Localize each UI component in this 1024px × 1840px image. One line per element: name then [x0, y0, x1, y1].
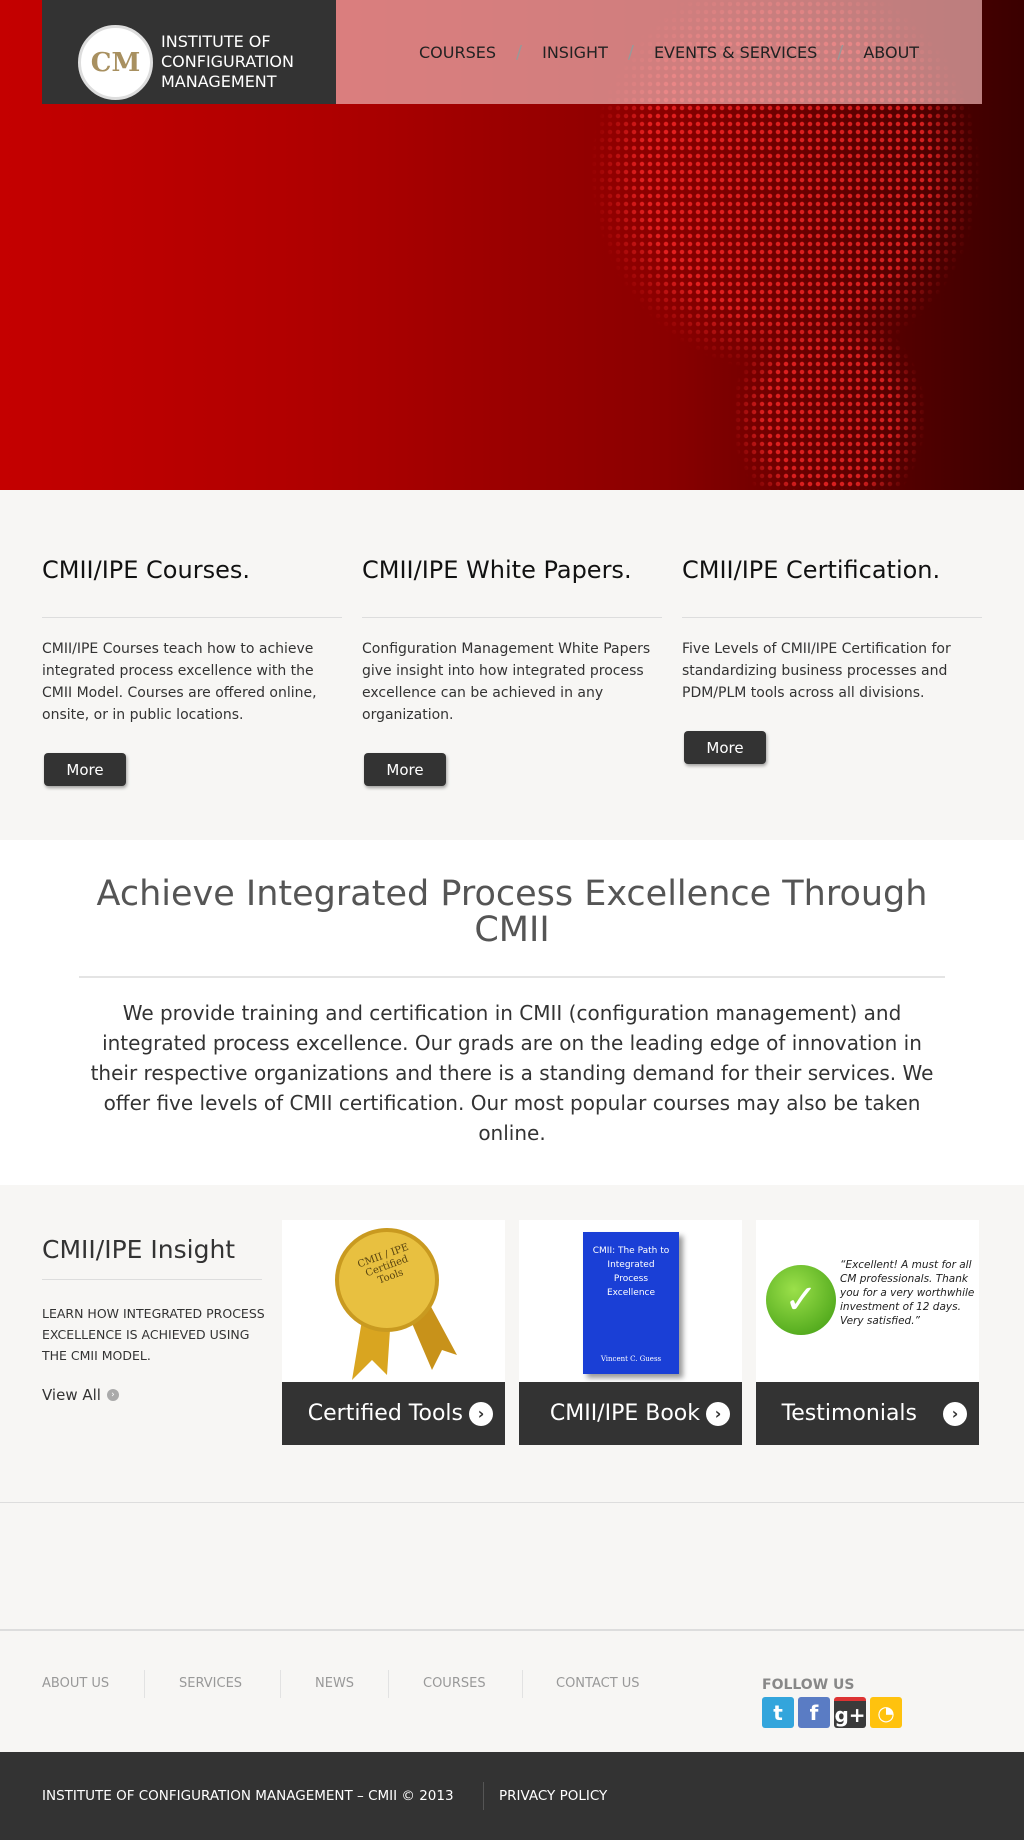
- feature-text: Five Levels of CMII/IPE Certification fo…: [682, 641, 951, 701]
- follow-us-label: FOLLOW US: [762, 1677, 855, 1693]
- divider: [362, 617, 662, 618]
- logo-text: INSTITUTE OF CONFIGURATION MANAGEMENT: [161, 32, 294, 92]
- book-title: CMII: The Path to Integrated Process Exc…: [592, 1246, 670, 1298]
- feature-text: Configuration Management White Papers gi…: [362, 641, 651, 723]
- logo-line: CONFIGURATION: [161, 52, 294, 71]
- chevron-right-icon: ›: [106, 1389, 119, 1401]
- book-cover-image: CMII: The Path to Integrated Process Exc…: [519, 1220, 742, 1382]
- divider: [0, 1502, 1024, 1503]
- main-nav: COURSES / INSIGHT / EVENTS & SERVICES / ABO…: [336, 0, 982, 104]
- privacy-policy-link[interactable]: PRIVACY POLICY: [499, 1788, 607, 1804]
- feature-title: CMII/IPE White Papers.: [362, 556, 632, 584]
- footer-separator: [483, 1782, 484, 1810]
- logo-line: MANAGEMENT: [161, 72, 277, 91]
- google-plus-icon[interactable]: g+: [834, 1697, 866, 1728]
- divider: [42, 1279, 262, 1280]
- card-bar: Testimonials ›: [756, 1382, 979, 1445]
- nav-about[interactable]: ABOUT: [863, 43, 919, 62]
- card-book[interactable]: CMII: The Path to Integrated Process Exc…: [519, 1220, 742, 1445]
- nav-separator: /: [837, 41, 844, 63]
- feature-title: CMII/IPE Certification.: [682, 556, 941, 584]
- testimonial-image: ✓ “Excellent! A must for all CM professi…: [756, 1220, 979, 1382]
- chevron-right-icon: ›: [706, 1401, 730, 1426]
- card-label: CMII/IPE Book: [549, 1401, 700, 1426]
- feature-title: CMII/IPE Courses.: [42, 556, 250, 584]
- more-button[interactable]: More: [44, 753, 126, 786]
- more-button[interactable]: More: [684, 731, 766, 764]
- twitter-icon[interactable]: t: [762, 1697, 794, 1728]
- card-testimonials[interactable]: ✓ “Excellent! A must for all CM professi…: [756, 1220, 979, 1445]
- footer-link-contact-us[interactable]: CONTACT US: [556, 1676, 640, 1691]
- rss-icon[interactable]: ◔: [870, 1697, 902, 1728]
- certified-tools-image: CMII / IPE Certified Tools: [282, 1220, 505, 1382]
- facebook-icon[interactable]: f: [798, 1697, 830, 1728]
- testimonial-quote: “Excellent! A must for all CM profession…: [840, 1259, 975, 1327]
- divider: [0, 1629, 1024, 1631]
- view-all-label: View All: [42, 1386, 101, 1404]
- divider: [42, 617, 342, 618]
- card-bar: Certified Tools ›: [282, 1382, 505, 1445]
- nav-courses[interactable]: COURSES: [419, 43, 496, 62]
- chevron-right-icon: ›: [469, 1401, 493, 1426]
- view-all-link[interactable]: View All ›: [42, 1386, 119, 1404]
- footer-separator: [144, 1670, 145, 1698]
- footer-separator: [280, 1670, 281, 1698]
- footer-link-services[interactable]: SERVICES: [179, 1676, 242, 1691]
- card-certified-tools[interactable]: CMII / IPE Certified Tools Certified Too…: [282, 1220, 505, 1445]
- features-section: CMII/IPE Courses. CMII/IPE Courses teach…: [0, 490, 1024, 840]
- card-label: Certified Tools: [307, 1401, 463, 1426]
- logo-line: INSTITUTE OF: [161, 32, 271, 51]
- footer-link-courses[interactable]: COURSES: [423, 1676, 486, 1691]
- nav-events-services[interactable]: EVENTS & SERVICES: [654, 43, 817, 62]
- footer-link-news[interactable]: NEWS: [315, 1676, 354, 1691]
- nav-insight[interactable]: INSIGHT: [542, 43, 608, 62]
- copyright: INSTITUTE OF CONFIGURATION MANAGEMENT – …: [42, 1788, 454, 1804]
- book-author: Vincent C. Guess: [600, 1355, 662, 1363]
- logo-seal-icon: CM: [78, 25, 153, 100]
- logo-mark: CM: [90, 47, 141, 78]
- footer-separator: [388, 1670, 389, 1698]
- nav-separator: /: [627, 41, 634, 63]
- nav-separator: /: [516, 41, 523, 63]
- more-button[interactable]: More: [364, 753, 446, 786]
- intro-text: We provide training and certification in…: [90, 1001, 934, 1145]
- intro-heading: Achieve Integrated Process Excellence Th…: [96, 874, 928, 950]
- card-bar: CMII/IPE Book ›: [519, 1382, 742, 1445]
- insight-title: CMII/IPE Insight: [42, 1235, 236, 1264]
- footer-separator: [522, 1670, 523, 1698]
- chevron-right-icon: ›: [943, 1401, 967, 1426]
- card-label: Testimonials: [781, 1401, 917, 1426]
- insight-text: LEARN HOW INTEGRATED PROCESS EXCELLENCE …: [42, 1306, 265, 1363]
- divider: [79, 976, 945, 978]
- feature-text: CMII/IPE Courses teach how to achieve in…: [42, 641, 317, 723]
- checkmark-icon: ✓: [766, 1265, 836, 1335]
- divider: [682, 617, 982, 618]
- intro-section: Achieve Integrated Process Excellence Th…: [0, 840, 1024, 1185]
- footer-link-about-us[interactable]: ABOUT US: [42, 1676, 109, 1691]
